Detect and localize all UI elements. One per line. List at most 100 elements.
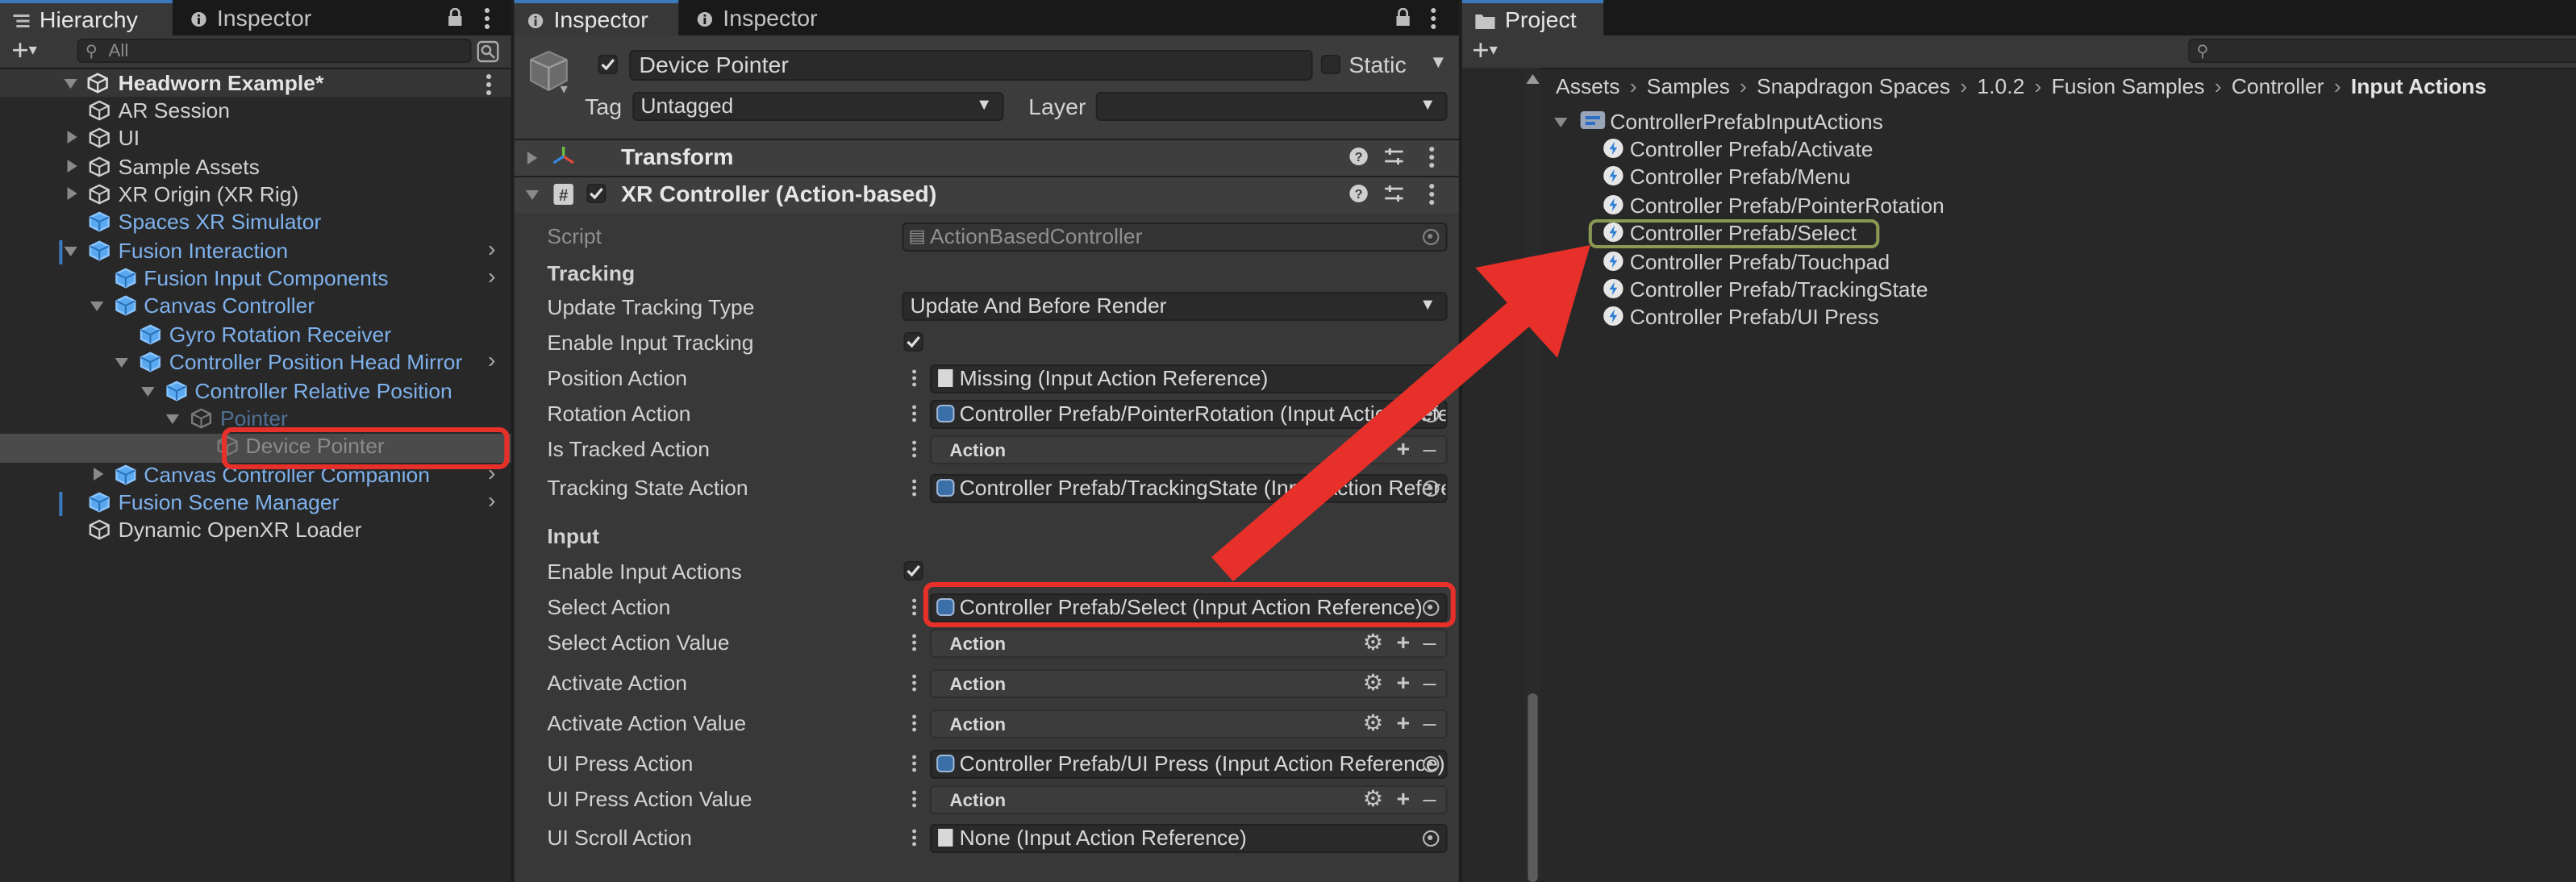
active-checkbox[interactable] [598, 55, 618, 74]
tab-inspector-2[interactable]: Inspector [683, 0, 864, 35]
field-menu-icon[interactable] [912, 369, 917, 387]
input-action-item[interactable]: Controller Prefab/Activate [1603, 135, 2261, 163]
collapse-arrow-icon[interactable] [64, 79, 77, 89]
hierarchy-search-input[interactable]: ⚲ All [77, 39, 472, 63]
project-search-input[interactable]: ⚲ [2188, 39, 2576, 63]
ui-scroll-action-field[interactable]: None (Input Action Reference) [929, 824, 1448, 853]
hierarchy-item[interactable]: Fusion Input Components › [0, 263, 511, 292]
breadcrumb-item[interactable]: Samples [1647, 74, 1730, 98]
preset-icon[interactable] [1383, 184, 1404, 203]
tab-menu-icon[interactable] [1431, 8, 1436, 29]
gear-icon[interactable]: ⚙ [1363, 630, 1384, 655]
remove-binding-icon[interactable]: – [1423, 630, 1436, 655]
tab-menu-icon[interactable] [484, 8, 490, 29]
enable-input-tracking-checkbox[interactable] [903, 332, 923, 352]
expand-arrow-icon[interactable] [93, 467, 103, 481]
icon-dropdown-icon[interactable]: ▾ [561, 81, 568, 98]
lock-icon[interactable] [447, 8, 463, 27]
tag-dropdown[interactable]: Untagged ▼ [632, 92, 1004, 121]
open-prefab-chevron-icon[interactable]: › [488, 347, 496, 372]
ui-press-action-field[interactable]: Controller Prefab/UI Press (Input Action… [929, 750, 1448, 779]
object-name-field[interactable]: Device Pointer [629, 50, 1313, 81]
gear-icon[interactable]: ⚙ [1363, 671, 1384, 695]
xr-controller-component-header[interactable]: # XR Controller (Action-based) ? [514, 176, 1459, 213]
help-icon[interactable]: ? [1348, 147, 1368, 166]
add-binding-icon[interactable]: + [1396, 787, 1410, 811]
select-action-value-action-field[interactable]: Action ⚙ + – [929, 629, 1448, 658]
expand-arrow-icon[interactable] [67, 187, 77, 201]
input-action-item[interactable]: Controller Prefab/Menu [1603, 164, 2261, 191]
static-dropdown-icon[interactable]: ▼ [1429, 53, 1447, 73]
breadcrumb-item[interactable]: Assets [1556, 74, 1619, 98]
input-action-item[interactable]: Controller Prefab/Touchpad [1603, 248, 2261, 275]
activate-action-value-action-field[interactable]: Action ⚙ + – [929, 709, 1448, 738]
hierarchy-item[interactable]: XR Origin (XR Rig) [0, 181, 511, 208]
collapse-arrow-icon[interactable] [165, 414, 180, 424]
hierarchy-item[interactable]: Fusion Scene Manager › [0, 487, 511, 516]
create-button[interactable]: +▾ [1472, 35, 1498, 66]
scene-menu-icon[interactable] [486, 74, 492, 95]
search-filter-icon[interactable] [477, 40, 500, 63]
tab-inspector[interactable]: Inspector [514, 0, 679, 35]
static-checkbox[interactable] [1320, 55, 1341, 74]
remove-binding-icon[interactable]: – [1423, 671, 1436, 695]
hierarchy-item[interactable]: Spaces XR Simulator [0, 209, 511, 236]
object-picker-icon[interactable] [1423, 830, 1440, 847]
field-menu-icon[interactable] [912, 674, 917, 692]
field-menu-icon[interactable] [912, 714, 917, 732]
breadcrumb-item[interactable]: Snapdragon Spaces [1757, 74, 1950, 98]
object-picker-icon[interactable] [1423, 481, 1440, 497]
collapse-arrow-icon[interactable] [1554, 118, 1568, 127]
open-prefab-chevron-icon[interactable]: › [488, 487, 496, 513]
add-binding-icon[interactable]: + [1396, 630, 1410, 655]
hierarchy-item[interactable]: Sample Assets [0, 152, 511, 180]
scroll-up-icon[interactable] [1526, 74, 1540, 84]
update-tracking-type-dropdown[interactable]: Update And Before Render ▼ [902, 292, 1448, 321]
breadcrumb-item[interactable]: Input Actions [2351, 74, 2486, 98]
field-menu-icon[interactable] [912, 598, 917, 616]
component-menu-icon[interactable] [1429, 147, 1435, 168]
tab-project[interactable]: Project [1461, 0, 1604, 35]
collapse-arrow-icon[interactable] [140, 386, 154, 396]
tab-inspector-secondary[interactable]: Inspector [177, 0, 391, 35]
scrollbar-thumb[interactable] [1528, 693, 1538, 882]
is-tracked-action-action-field[interactable]: Action ⚙ + – [929, 435, 1448, 464]
expand-arrow-icon[interactable] [67, 131, 77, 144]
hierarchy-item[interactable]: AR Session [0, 97, 511, 124]
breadcrumb-item[interactable]: 1.0.2 [1977, 74, 2024, 98]
field-menu-icon[interactable] [912, 440, 917, 458]
help-icon[interactable]: ? [1348, 184, 1368, 203]
object-picker-icon[interactable] [1423, 371, 1440, 387]
add-binding-icon[interactable]: + [1396, 671, 1410, 695]
ui-press-action-value-action-field[interactable]: Action ⚙ + – [929, 785, 1448, 814]
open-prefab-chevron-icon[interactable]: › [488, 235, 496, 261]
enable-input-actions-checkbox[interactable] [903, 561, 923, 580]
remove-binding-icon[interactable]: – [1423, 437, 1436, 461]
gear-icon[interactable]: ⚙ [1363, 711, 1384, 735]
tracking-state-action-field[interactable]: Controller Prefab/TrackingState (Input A… [929, 474, 1448, 503]
expand-arrow-icon[interactable] [67, 159, 77, 173]
input-action-item[interactable]: Controller Prefab/UI Press [1603, 304, 2261, 331]
remove-binding-icon[interactable]: – [1423, 711, 1436, 735]
field-menu-icon[interactable] [912, 634, 917, 651]
hierarchy-item[interactable]: UI [0, 125, 511, 152]
expand-arrow-icon[interactable] [527, 152, 538, 164]
collapse-arrow-icon[interactable] [90, 302, 103, 312]
lock-icon[interactable] [1394, 8, 1411, 27]
collapse-arrow-icon[interactable] [64, 246, 77, 256]
component-enabled-checkbox[interactable] [586, 184, 606, 203]
hierarchy-item[interactable]: Dynamic OpenXR Loader [0, 517, 511, 544]
open-prefab-chevron-icon[interactable]: › [488, 263, 496, 289]
hierarchy-item[interactable]: Canvas Controller [0, 293, 511, 320]
gear-icon[interactable]: ⚙ [1363, 437, 1384, 461]
rotation-action-field[interactable]: Controller Prefab/PointerRotation (Input… [929, 400, 1448, 429]
add-binding-icon[interactable]: + [1396, 711, 1410, 735]
object-picker-icon[interactable] [1423, 406, 1440, 422]
layer-dropdown[interactable]: ▼ [1095, 92, 1448, 121]
field-menu-icon[interactable] [912, 405, 917, 422]
activate-action-action-field[interactable]: Action ⚙ + – [929, 669, 1448, 698]
collapse-arrow-icon[interactable] [525, 190, 540, 200]
remove-binding-icon[interactable]: – [1423, 787, 1436, 811]
field-menu-icon[interactable] [912, 479, 917, 497]
asset-root-label[interactable]: ControllerPrefabInputActions [1610, 108, 1883, 135]
